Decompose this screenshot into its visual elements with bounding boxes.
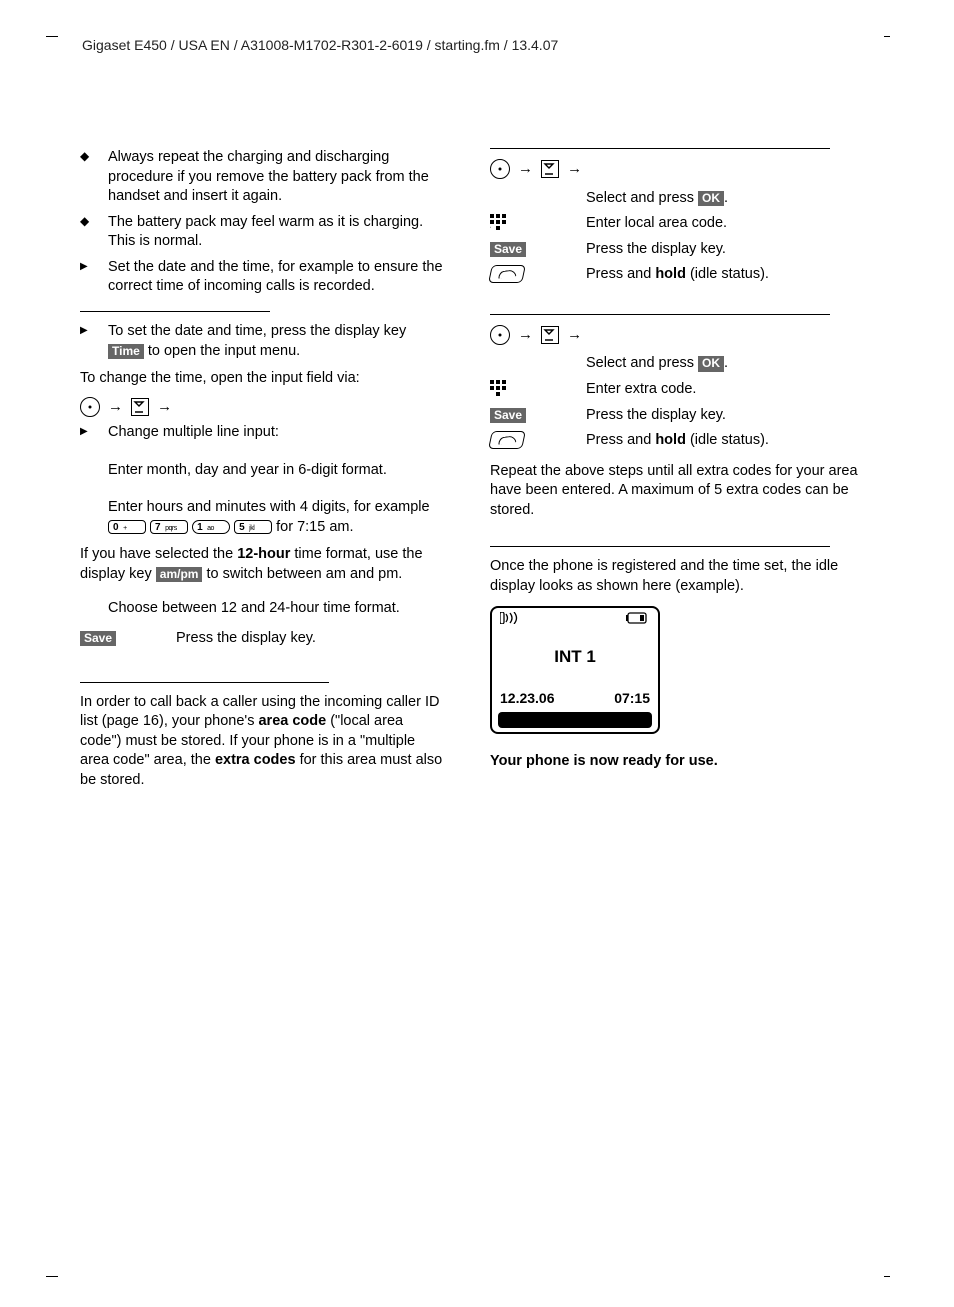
key-1: 1 ao <box>192 520 230 534</box>
text: If you have selected the <box>80 546 237 562</box>
display-key-ok: OK <box>698 191 724 206</box>
nav-control-icon <box>490 325 510 345</box>
battery-icon <box>626 612 650 624</box>
settings-menu-icon <box>541 326 559 344</box>
display-softkey-bar <box>498 712 652 728</box>
menu-path: → → <box>490 325 860 346</box>
separator <box>490 314 830 315</box>
separator <box>490 546 830 547</box>
key-5: 5 jkl <box>234 520 272 534</box>
paragraph: To change the time, open the input field… <box>80 369 446 389</box>
separator <box>80 311 270 312</box>
text-bold: hold <box>655 432 686 448</box>
step-item: Change multiple line input: <box>80 423 446 443</box>
sub-paragraph: Enter month, day and year in 6-digit for… <box>108 461 446 481</box>
text: . <box>724 355 728 371</box>
text-bold: 12-hour <box>237 546 290 562</box>
text: Select and press <box>586 190 698 206</box>
settings-menu-icon <box>541 160 559 178</box>
step-row: Enter extra code. <box>490 377 860 403</box>
text: (idle status). <box>686 432 769 448</box>
display-date: 12.23.06 <box>500 689 555 708</box>
nav-control-icon <box>490 159 510 179</box>
text-bold: extra codes <box>215 752 296 768</box>
step-text: Press the display key. <box>586 403 860 429</box>
display-key-ampm: am/pm <box>156 567 203 582</box>
left-column: Always repeat the charging and dischargi… <box>80 148 446 799</box>
step-row: Save Press the display key. <box>490 237 860 263</box>
sub-paragraph: Choose between 12 and 24-hour time forma… <box>108 599 446 619</box>
text-bold: hold <box>655 266 686 282</box>
text: Press and <box>586 432 655 448</box>
nav-control-icon <box>80 397 100 417</box>
step-text: Press the display key. <box>176 626 446 652</box>
sub-paragraph: Enter hours and minutes with 4 digits, f… <box>108 498 446 537</box>
end-call-key-icon <box>488 265 526 283</box>
step-row: Press and hold (idle status). <box>490 262 860 288</box>
text: to open the input menu. <box>144 343 300 359</box>
step-text: Press the display key. <box>586 237 860 263</box>
display-key-save: Save <box>490 408 526 423</box>
step-item: To set the date and time, press the disp… <box>80 322 446 361</box>
paragraph: If you have selected the 12-hour time fo… <box>80 545 446 584</box>
arrow-icon: → <box>108 398 123 415</box>
step-row: Enter local area code. <box>490 211 860 237</box>
menu-path: → → <box>490 159 860 180</box>
display-key-save: Save <box>80 631 116 646</box>
arrow-icon: → <box>157 398 172 415</box>
idle-display-example: INT 1 12.23.06 07:15 <box>490 606 660 734</box>
step-row: Press and hold (idle status). <box>490 428 860 454</box>
running-header: Gigaset E450 / USA EN / A31008-M1702-R30… <box>82 36 558 55</box>
step-row: Save Press the display key. <box>490 403 860 429</box>
crop-mark <box>884 1276 890 1277</box>
text: Enter hours and minutes with 4 digits, f… <box>108 499 430 515</box>
text: To set the date and time, press the disp… <box>108 323 406 339</box>
menu-path: → → <box>80 397 446 418</box>
paragraph: Once the phone is registered and the tim… <box>490 557 860 596</box>
keypad-icon <box>490 381 512 397</box>
arrow-icon: → <box>518 160 533 177</box>
settings-menu-icon <box>131 398 149 416</box>
step-item: Set the date and the time, for example t… <box>80 258 446 297</box>
arrow-icon: → <box>518 326 533 343</box>
step-text: Enter local area code. <box>586 211 860 237</box>
key-0: 0 + <box>108 520 146 534</box>
display-handset-name: INT 1 <box>498 624 652 685</box>
display-key-save: Save <box>490 242 526 257</box>
display-key-time: Time <box>108 344 144 359</box>
crop-mark <box>46 36 58 37</box>
end-call-key-icon <box>488 431 526 449</box>
crop-mark <box>46 1276 58 1277</box>
text: Select and press <box>586 355 698 371</box>
arrow-icon: → <box>567 326 582 343</box>
paragraph: Repeat the above steps until all extra c… <box>490 462 860 521</box>
ready-statement: Your phone is now ready for use. <box>490 752 860 772</box>
text: for 7:15 am. <box>276 519 353 535</box>
step-row: Select and press OK. <box>490 351 860 377</box>
step-row: Select and press OK. <box>490 186 860 212</box>
separator <box>80 682 329 683</box>
display-time: 07:15 <box>614 689 650 708</box>
arrow-icon: → <box>567 160 582 177</box>
step-row: Save Press the display key. <box>80 626 446 652</box>
text: Press and <box>586 266 655 282</box>
key-7: 7 pqrs <box>150 520 188 534</box>
text-bold: area code <box>258 713 326 729</box>
text: . <box>724 190 728 206</box>
text: (idle status). <box>686 266 769 282</box>
signal-icon <box>500 612 530 624</box>
step-text: Enter extra code. <box>586 377 860 403</box>
crop-mark <box>884 36 890 37</box>
bullet-item: The battery pack may feel warm as it is … <box>80 213 446 252</box>
keypad-icon <box>490 215 512 231</box>
paragraph: In order to call back a caller using the… <box>80 693 446 791</box>
bullet-item: Always repeat the charging and dischargi… <box>80 148 446 207</box>
separator <box>490 148 830 149</box>
manual-page: Gigaset E450 / USA EN / A31008-M1702-R30… <box>0 0 954 1307</box>
text: to switch between am and pm. <box>202 566 402 582</box>
display-key-ok: OK <box>698 356 724 371</box>
right-column: → → Select and press OK. <box>490 148 860 799</box>
